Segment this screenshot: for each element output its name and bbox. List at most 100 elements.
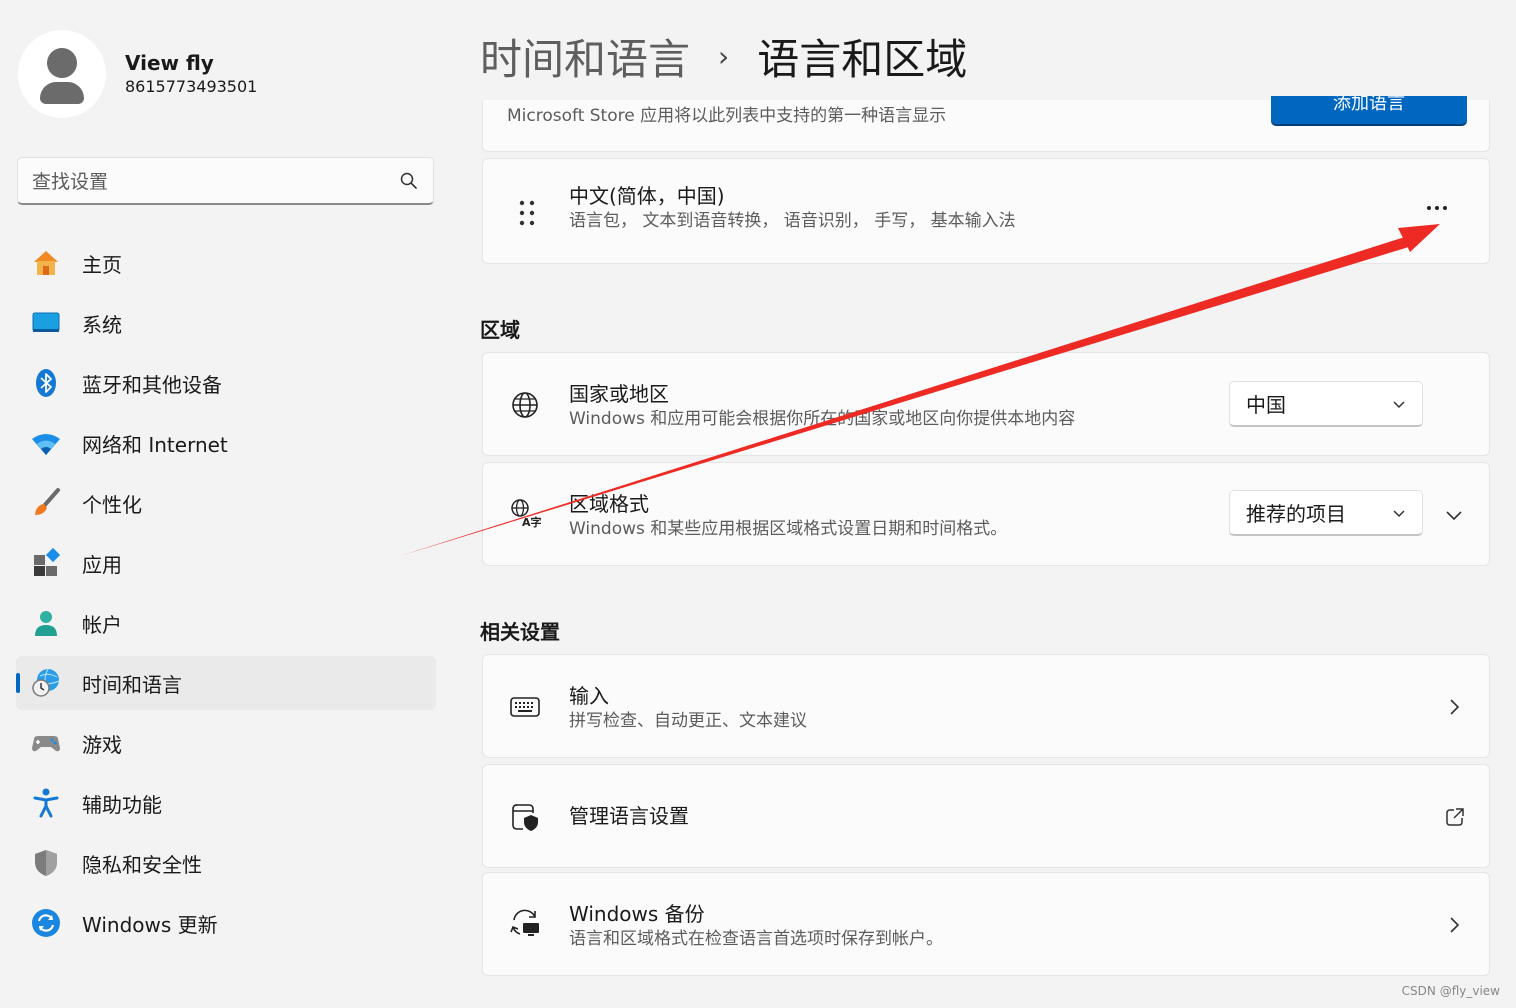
regional-format-value: 推荐的项目 bbox=[1246, 502, 1346, 526]
sidebar-item-label: 蓝牙和其他设备 bbox=[82, 372, 222, 397]
sidebar-nav: 主页 系统 蓝牙和其他设备 网络和 Internet 个性化 应用 帐户 时间和… bbox=[16, 236, 436, 956]
sidebar-item-label: 辅助功能 bbox=[82, 792, 162, 817]
country-region-desc: Windows 和应用可能会根据你所在的国家或地区向你提供本地内容 bbox=[569, 409, 1076, 429]
sidebar-item-accounts[interactable]: 帐户 bbox=[16, 596, 436, 650]
search-placeholder: 查找设置 bbox=[32, 171, 109, 193]
sidebar-item-label: 应用 bbox=[82, 552, 122, 577]
brush-icon bbox=[30, 487, 62, 519]
sidebar-item-network[interactable]: 网络和 Internet bbox=[16, 416, 436, 470]
sidebar-item-label: 网络和 Internet bbox=[82, 432, 228, 457]
regional-format-icon: A字 bbox=[511, 499, 541, 529]
sidebar-item-windows-update[interactable]: Windows 更新 bbox=[16, 896, 436, 950]
globe-icon bbox=[512, 392, 538, 418]
chevron-down-icon bbox=[1393, 509, 1405, 517]
drag-handle-icon[interactable] bbox=[517, 199, 537, 229]
user-profile[interactable]: View fly 8615773493501 bbox=[18, 30, 257, 118]
sidebar-item-label: 帐户 bbox=[82, 612, 122, 637]
language-item-zh-cn[interactable]: 中文(简体，中国) 语言包， 文本到语音转换， 语音识别， 手写， 基本输入法 bbox=[482, 158, 1490, 264]
related-settings-heading: 相关设置 bbox=[480, 620, 560, 644]
avatar-head-shape bbox=[47, 48, 77, 78]
regional-format-text: 区域格式 Windows 和某些应用根据区域格式设置日期和时间格式。 bbox=[569, 491, 1007, 541]
main-content: 时间和语言 › 语言和区域 Microsoft Store 应用将以此列表中支持… bbox=[480, 0, 1490, 1008]
input-setting-text: 输入 拼写检查、自动更正、文本建议 bbox=[569, 683, 807, 733]
avatar-body-shape bbox=[40, 82, 84, 104]
time-language-icon bbox=[30, 667, 62, 699]
sidebar-item-label: 系统 bbox=[82, 312, 122, 337]
search-icon[interactable] bbox=[399, 171, 419, 191]
windows-backup-desc: 语言和区域格式在检查语言首选项时保存到帐户。 bbox=[569, 929, 943, 949]
admin-shield-icon bbox=[512, 804, 538, 831]
language-name: 中文(简体，中国) bbox=[569, 184, 725, 208]
country-region-text: 国家或地区 Windows 和应用可能会根据你所在的国家或地区向你提供本地内容 bbox=[569, 381, 1075, 431]
regional-format-setting[interactable]: A字 区域格式 Windows 和某些应用根据区域格式设置日期和时间格式。 推荐… bbox=[482, 462, 1490, 566]
account-icon bbox=[30, 607, 62, 639]
manage-language-text: 管理语言设置 bbox=[569, 803, 689, 829]
sidebar-item-label: Windows 更新 bbox=[82, 912, 218, 937]
apps-icon bbox=[30, 547, 62, 579]
breadcrumb-separator: › bbox=[718, 39, 730, 73]
sidebar-item-home[interactable]: 主页 bbox=[16, 236, 436, 290]
windows-backup-setting[interactable]: Windows 备份 语言和区域格式在检查语言首选项时保存到帐户。 bbox=[482, 872, 1490, 976]
backup-sync-icon bbox=[510, 909, 539, 936]
keyboard-icon bbox=[510, 697, 540, 717]
user-name: View fly bbox=[125, 51, 214, 75]
expand-chevron-icon[interactable] bbox=[1445, 506, 1463, 524]
watermark: CSDN @fly_view bbox=[1401, 984, 1500, 998]
input-title: 输入 bbox=[569, 684, 609, 708]
manage-language-settings[interactable]: 管理语言设置 bbox=[482, 764, 1490, 868]
wifi-icon bbox=[30, 427, 62, 459]
region-heading: 区域 bbox=[480, 318, 520, 342]
external-link-icon bbox=[1446, 808, 1464, 826]
sidebar-item-personalization[interactable]: 个性化 bbox=[16, 476, 436, 530]
input-setting[interactable]: 输入 拼写检查、自动更正、文本建议 bbox=[482, 654, 1490, 758]
avatar[interactable] bbox=[18, 30, 106, 118]
country-region-dropdown[interactable]: 中国 bbox=[1229, 381, 1423, 427]
regional-format-dropdown[interactable]: 推荐的项目 bbox=[1229, 490, 1423, 536]
input-desc: 拼写检查、自动更正、文本建议 bbox=[569, 711, 807, 731]
sidebar-item-gaming[interactable]: 游戏 bbox=[16, 716, 436, 770]
system-icon bbox=[30, 307, 62, 339]
sidebar-item-label: 时间和语言 bbox=[82, 672, 182, 697]
update-icon bbox=[30, 907, 62, 939]
sidebar-item-privacy[interactable]: 隐私和安全性 bbox=[16, 836, 436, 890]
regional-format-desc: Windows 和某些应用根据区域格式设置日期和时间格式。 bbox=[569, 519, 1008, 539]
language-features: 语言包， 文本到语音转换， 语音识别， 手写， 基本输入法 bbox=[569, 211, 1016, 231]
country-region-value: 中国 bbox=[1246, 393, 1286, 417]
sidebar-item-bluetooth[interactable]: 蓝牙和其他设备 bbox=[16, 356, 436, 410]
gamepad-icon bbox=[30, 727, 62, 759]
sidebar-item-time-language[interactable]: 时间和语言 bbox=[16, 656, 436, 710]
country-region-setting: 国家或地区 Windows 和应用可能会根据你所在的国家或地区向你提供本地内容 … bbox=[482, 352, 1490, 456]
manage-language-title: 管理语言设置 bbox=[569, 804, 689, 828]
sidebar-item-label: 隐私和安全性 bbox=[82, 852, 202, 877]
country-region-title: 国家或地区 bbox=[569, 382, 669, 406]
sidebar-item-label: 主页 bbox=[82, 252, 122, 277]
chevron-down-icon bbox=[1393, 400, 1405, 408]
sidebar-item-system[interactable]: 系统 bbox=[16, 296, 436, 350]
search-input[interactable]: 查找设置 bbox=[17, 157, 434, 205]
profile-text: View fly 8615773493501 bbox=[125, 50, 257, 98]
accessibility-icon bbox=[30, 787, 62, 819]
regional-format-title: 区域格式 bbox=[569, 492, 649, 516]
svg-text:A字: A字 bbox=[522, 515, 541, 529]
chevron-right-icon bbox=[1450, 917, 1460, 933]
bluetooth-icon bbox=[30, 367, 62, 399]
add-language-button[interactable]: 添加语言 bbox=[1271, 96, 1467, 126]
windows-backup-title: Windows 备份 bbox=[569, 902, 705, 926]
sidebar-item-accessibility[interactable]: 辅助功能 bbox=[16, 776, 436, 830]
breadcrumb: 时间和语言 › 语言和区域 bbox=[480, 26, 967, 86]
sidebar-item-label: 游戏 bbox=[82, 732, 122, 757]
chevron-right-icon bbox=[1450, 699, 1460, 715]
store-language-note: Microsoft Store 应用将以此列表中支持的第一种语言显示 bbox=[507, 106, 947, 126]
sidebar-item-label: 个性化 bbox=[82, 492, 142, 517]
language-text: 中文(简体，中国) 语言包， 文本到语音转换， 语音识别， 手写， 基本输入法 bbox=[569, 183, 1016, 233]
preferred-languages-card: Microsoft Store 应用将以此列表中支持的第一种语言显示 添加语言 bbox=[482, 96, 1490, 152]
more-options-icon[interactable] bbox=[1425, 203, 1449, 213]
home-icon bbox=[30, 247, 62, 279]
shield-icon bbox=[30, 847, 62, 879]
sidebar: View fly 8615773493501 查找设置 主页 系统 蓝牙和其他设… bbox=[0, 0, 450, 1008]
sidebar-item-apps[interactable]: 应用 bbox=[16, 536, 436, 590]
windows-backup-text: Windows 备份 语言和区域格式在检查语言首选项时保存到帐户。 bbox=[569, 901, 943, 951]
user-id: 8615773493501 bbox=[125, 77, 258, 96]
page-title: 语言和区域 bbox=[757, 34, 968, 84]
breadcrumb-parent[interactable]: 时间和语言 bbox=[480, 26, 690, 87]
